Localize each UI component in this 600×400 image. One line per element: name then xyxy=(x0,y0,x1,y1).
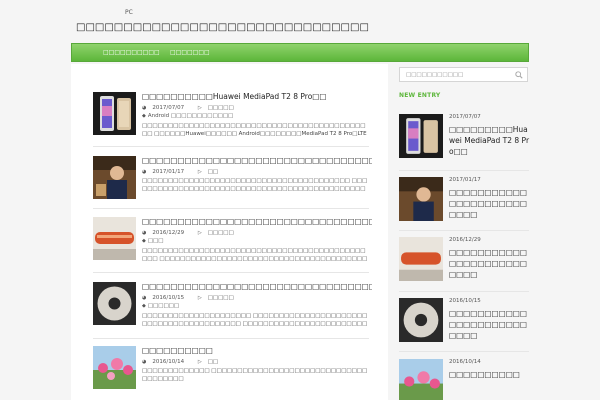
sidebar: □□□□□□□□□□□ NEW ENTRY 2017/07/07 □□□□□□□… xyxy=(396,64,529,400)
post-tags: ◆ □□□□□□ xyxy=(142,303,179,309)
post-thumbnail[interactable] xyxy=(93,156,136,199)
post-excerpt: □□□□□□□□□□□□□□□□□□□□□□□□□□□□□□□□□□□□□□□□… xyxy=(142,178,368,192)
folder-icon: ▷ xyxy=(197,105,202,111)
post-excerpt: □□□□□□□□□□□□□□□□□□□□□□□□□□□□□□□□□□□□□□□□… xyxy=(142,123,367,137)
folder-icon: ▷ xyxy=(197,230,202,236)
post-divider xyxy=(93,208,369,209)
site-title[interactable]: □□□□□□□□□□□□□□□□□□□□□□□□□□□□□□□ xyxy=(76,22,369,33)
calendar-icon: ◕ xyxy=(142,295,147,301)
post-excerpt: □□□□□□□□□□□□□□□□□□□□□□□□□□□□□□□□□□□□□□□□… xyxy=(142,248,368,262)
sidebar-entry[interactable]: 2016/10/14 □□□□□□□□□□ xyxy=(399,359,529,400)
sidebar-date: 2016/10/15 xyxy=(449,298,481,304)
post-item[interactable]: □□□□□□□□□□□□□□□□□□□□□□□□□□□□□□□□□ ◕ 2016/… xyxy=(93,282,372,328)
sidebar-thumbnail[interactable] xyxy=(399,114,443,158)
sidebar-divider xyxy=(399,230,529,231)
calendar-icon: ◕ xyxy=(142,169,147,175)
sidebar-entry[interactable]: 2017/01/17 □□□□□□□□□□□□□□□□□□□□□□□□□□ xyxy=(399,177,529,221)
post-title[interactable]: □□□□□□□□□□□□□□□□□□□□□□□□□□□□□□□□□ xyxy=(142,282,372,291)
search-input[interactable]: □□□□□□□□□□□ xyxy=(406,72,463,78)
calendar-icon: ◕ xyxy=(142,230,147,236)
site-tagline: PC xyxy=(125,9,133,16)
post-excerpt: □□□□□□□□□□□□□ □□□□□□□□□□□□□□□□□□□□□□□□□□… xyxy=(142,368,368,382)
post-title[interactable]: □□□□□□□□□□□□□□□□□□□□□□□□□□□□□□□□□ xyxy=(142,156,372,165)
sidebar-title[interactable]: □□□□□□□□□□□□□□□□□□□□□□□□□□ xyxy=(449,308,531,341)
post-item[interactable]: □□□□□□□□□□□□□□□□□□□□□□□□□□□□□□□□□ ◕ 2017/… xyxy=(93,156,372,202)
post-meta: ◕ 2016/12/29 ▷ □□□□□ xyxy=(142,230,246,236)
post-date: 2016/10/14 xyxy=(152,359,185,365)
sidebar-title[interactable]: □□□□□□□□□Huawei MediaPad T2 8 Pro□□ xyxy=(449,124,531,157)
post-title[interactable]: □□□□□□□□□□Huawei MediaPad T2 8 Pro□□ xyxy=(142,92,372,101)
post-meta: ◕ 2017/07/07 ▷ □□□□□ xyxy=(142,105,246,111)
post-meta: ◕ 2016/10/14 ▷ □□ xyxy=(142,359,230,365)
post-title[interactable]: □□□□□□□□□□□□□□□□□□□□□□□□□□□□□□□□□ xyxy=(142,217,372,226)
sidebar-divider xyxy=(399,351,529,352)
sidebar-date: 2017/07/07 xyxy=(449,114,481,120)
sidebar-thumbnail[interactable] xyxy=(399,177,443,221)
post-meta: ◕ 2016/10/15 ▷ □□□□□ xyxy=(142,295,246,301)
sidebar-title[interactable]: □□□□□□□□□□□□□□□□□□□□□□□□□□ xyxy=(449,187,531,220)
post-category[interactable]: □□□□□ xyxy=(208,295,234,301)
sidebar-date: 2016/12/29 xyxy=(449,237,481,243)
post-item[interactable]: □□□□□□□□□□□□□□□□□□□□□□□□□□□□□□□□□ ◕ 2016/… xyxy=(93,217,372,263)
new-entry-heading: NEW ENTRY xyxy=(399,92,441,99)
post-divider xyxy=(93,272,369,273)
sidebar-title[interactable]: □□□□□□□□□□□□□□□□□□□□□□□□□□ xyxy=(449,247,531,280)
post-tag-list[interactable]: □□□□□□ xyxy=(148,303,179,309)
post-divider xyxy=(93,146,369,147)
post-tag-list[interactable]: □□□ xyxy=(148,238,164,244)
post-date: 2017/01/17 xyxy=(152,169,185,175)
post-category[interactable]: □□ xyxy=(208,359,218,365)
sidebar-date: 2016/10/14 xyxy=(449,359,481,365)
calendar-icon: ◕ xyxy=(142,105,147,111)
post-date: 2017/07/07 xyxy=(152,105,185,111)
post-thumbnail[interactable] xyxy=(93,282,136,325)
search-icon[interactable] xyxy=(515,71,523,79)
sidebar-entry[interactable]: 2017/07/07 □□□□□□□□□Huawei MediaPad T2 8… xyxy=(399,114,529,158)
post-item[interactable]: □□□□□□□□□□ ◕ 2016/10/14 ▷ □□ □□□□□□□□□□□□□… xyxy=(93,346,369,392)
post-title[interactable]: □□□□□□□□□□ xyxy=(142,346,372,355)
post-category[interactable]: □□□□□ xyxy=(208,230,234,236)
tag-icon: ◆ xyxy=(142,303,146,309)
global-nav: □□□□□□□□□□ □□□□□□□ xyxy=(71,43,529,62)
nav-item-1[interactable]: □□□□□□□□□□ xyxy=(103,49,160,56)
post-divider xyxy=(93,338,369,339)
post-item[interactable]: □□□□□□□□□□Huawei MediaPad T2 8 Pro□□ ◕ 20… xyxy=(93,92,369,138)
site-header: PC □□□□□□□□□□□□□□□□□□□□□□□□□□□□□□□ xyxy=(0,0,600,44)
post-meta: ◕ 2017/01/17 ▷ □□ xyxy=(142,169,230,175)
sidebar-entry[interactable]: 2016/12/29 □□□□□□□□□□□□□□□□□□□□□□□□□□ xyxy=(399,237,529,281)
calendar-icon: ◕ xyxy=(142,359,147,365)
post-tags: ◆ □□□ xyxy=(142,238,163,244)
tag-icon: ◆ xyxy=(142,113,146,119)
sidebar-thumbnail[interactable] xyxy=(399,359,443,400)
nav-item-2[interactable]: □□□□□□□ xyxy=(170,49,210,56)
folder-icon: ▷ xyxy=(197,295,202,301)
post-thumbnail[interactable] xyxy=(93,346,136,389)
post-date: 2016/12/29 xyxy=(152,230,185,236)
sidebar-divider xyxy=(399,291,529,292)
sidebar-thumbnail[interactable] xyxy=(399,237,443,281)
sidebar-entry[interactable]: 2016/10/15 □□□□□□□□□□□□□□□□□□□□□□□□□□ xyxy=(399,298,529,342)
sidebar-thumbnail[interactable] xyxy=(399,298,443,342)
post-tag-list[interactable]: Android □□□□□□□□□□□□ xyxy=(148,113,233,119)
sidebar-title[interactable]: □□□□□□□□□□ xyxy=(449,369,531,400)
post-excerpt: □□□□□□□□□□□□□□□□□□□□□ □□□□□□□□□□□□□□□□□□… xyxy=(142,313,368,327)
post-thumbnail[interactable] xyxy=(93,92,136,135)
main-content: □□□□□□□□□□Huawei MediaPad T2 8 Pro□□ ◕ 20… xyxy=(71,64,388,400)
post-tags: ◆ Android □□□□□□□□□□□□ xyxy=(142,113,233,119)
search-box[interactable]: □□□□□□□□□□□ xyxy=(399,67,528,82)
sidebar-date: 2017/01/17 xyxy=(449,177,481,183)
folder-icon: ▷ xyxy=(197,359,202,365)
post-date: 2016/10/15 xyxy=(152,295,185,301)
sidebar-divider xyxy=(399,170,529,171)
post-category[interactable]: □□ xyxy=(208,169,218,175)
post-category[interactable]: □□□□□ xyxy=(208,105,234,111)
tag-icon: ◆ xyxy=(142,238,146,244)
post-thumbnail[interactable] xyxy=(93,217,136,260)
folder-icon: ▷ xyxy=(197,169,202,175)
